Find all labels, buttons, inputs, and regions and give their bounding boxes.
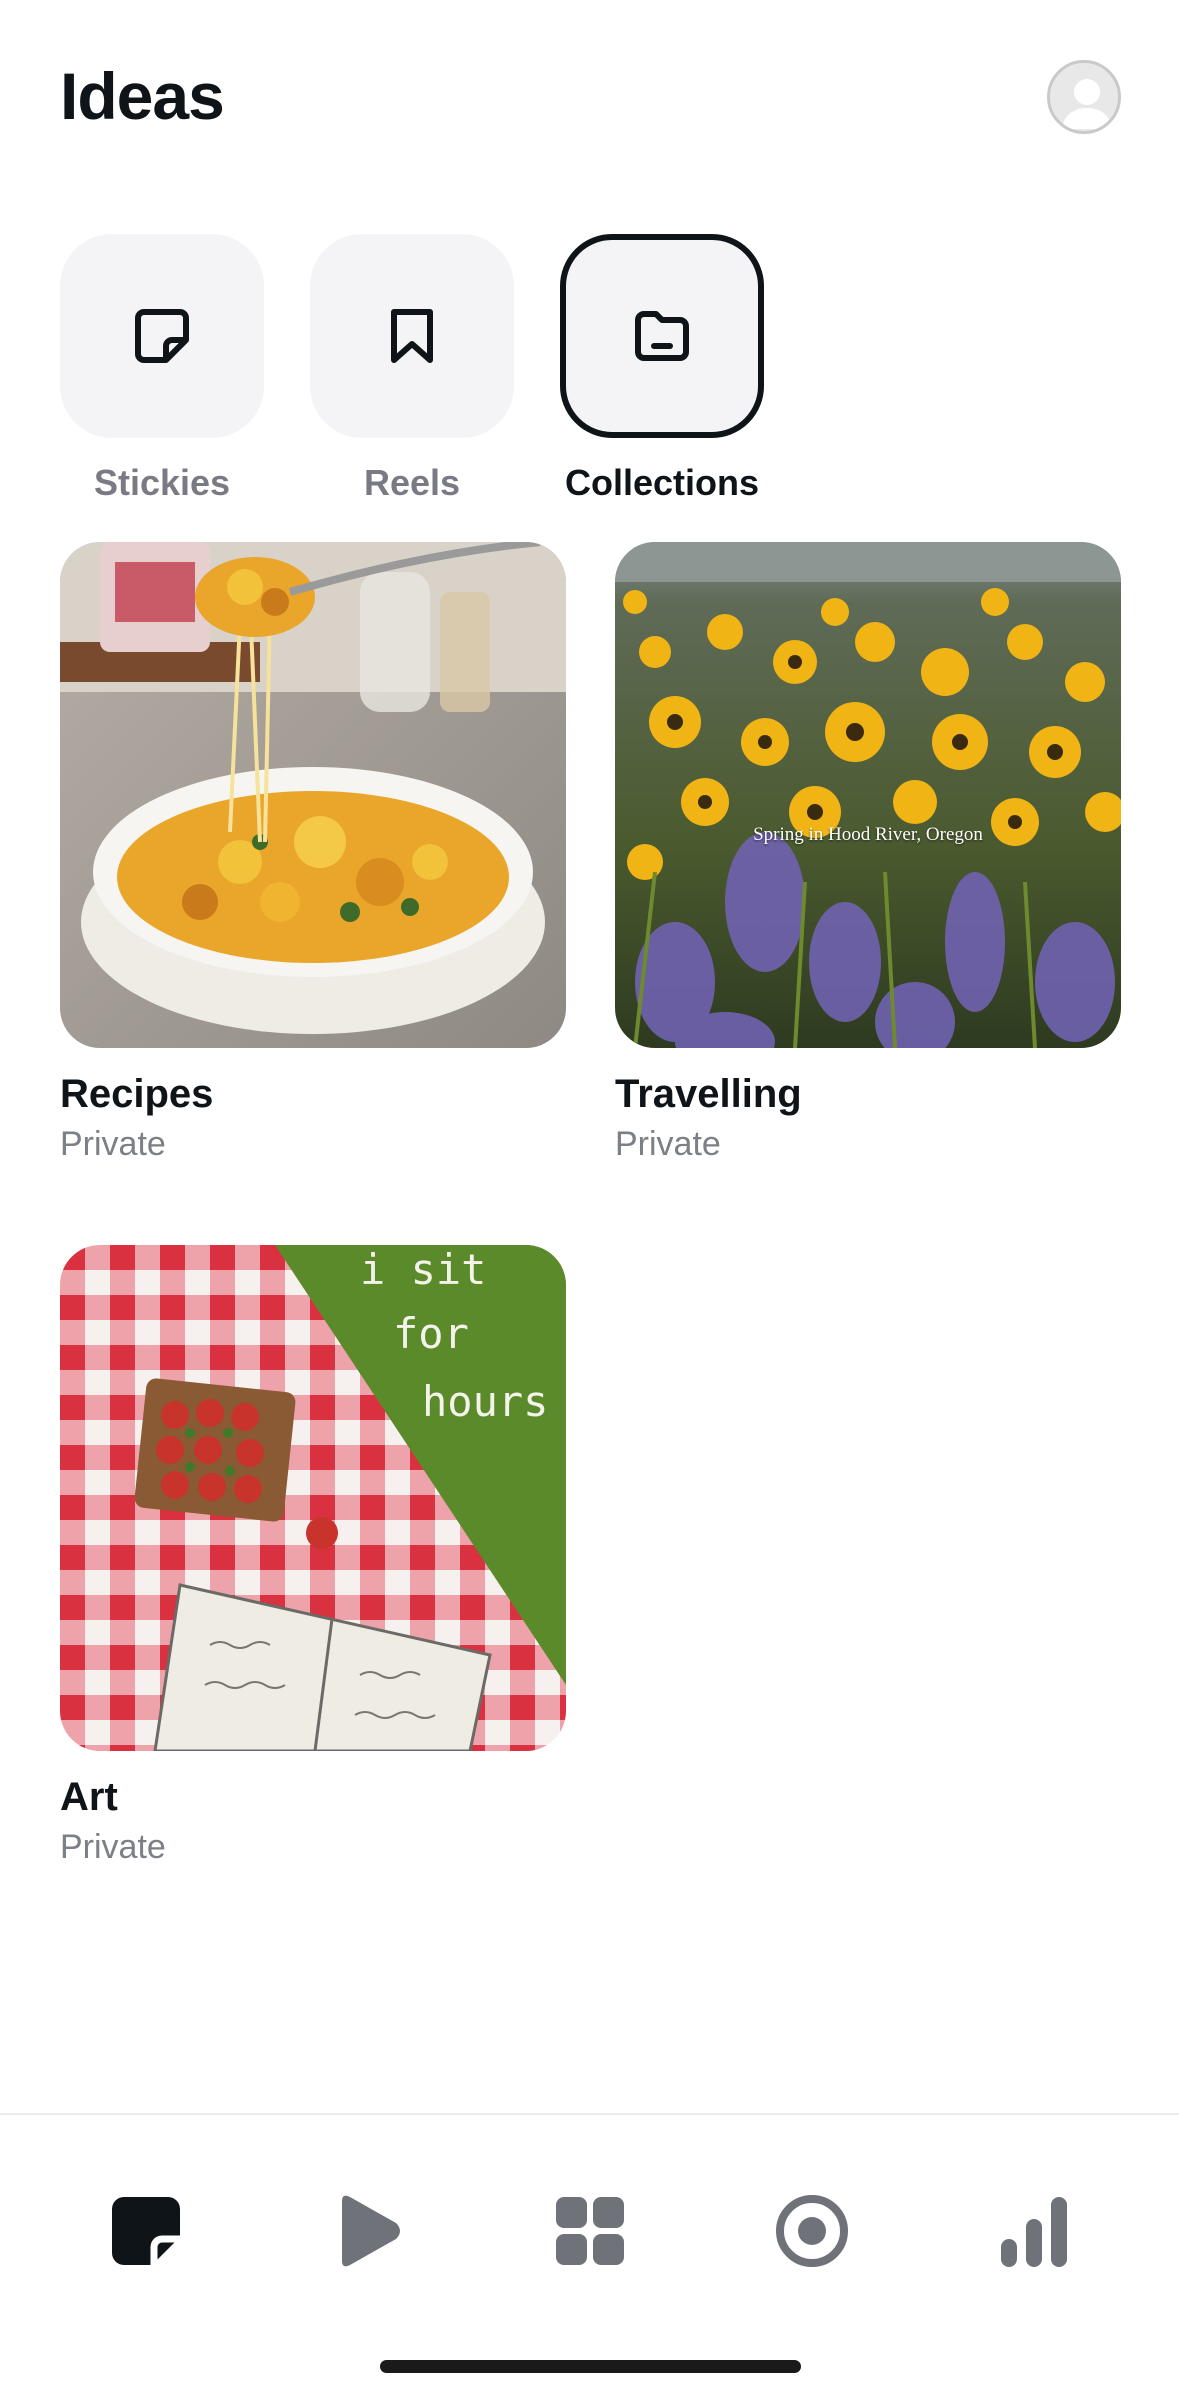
collection-privacy: Private: [615, 1125, 721, 1163]
tab-stickies[interactable]: Stickies: [60, 234, 264, 504]
travelling-image: [615, 542, 1121, 1048]
image-handwriting-line: i sit: [360, 1245, 487, 1294]
collection-name: Travelling: [615, 1072, 802, 1116]
ideas-tab-icon: [112, 2197, 180, 2265]
nav-stats[interactable]: [974, 2181, 1094, 2281]
ideas-screen: Ideas Stickies Reels Collections Recipes…: [0, 0, 1179, 2396]
bottom-tab-bar: [0, 2113, 1179, 2396]
tab-label: Stickies: [93, 462, 231, 503]
collection-name: Recipes: [60, 1072, 214, 1116]
nav-record[interactable]: [752, 2181, 872, 2281]
stickies-tile[interactable]: [60, 234, 264, 438]
recipes-thumbnail[interactable]: [60, 542, 566, 1048]
nav-grid[interactable]: [530, 2181, 650, 2281]
collection-name: Art: [60, 1775, 118, 1819]
recipes-image: [60, 542, 566, 1048]
collections-tile[interactable]: [560, 234, 764, 438]
tab-label: Reels: [363, 462, 461, 503]
record-icon: [776, 2195, 848, 2267]
image-handwriting-line: hours: [422, 1377, 549, 1426]
image-caption: Spring in Hood River, Oregon: [753, 824, 983, 845]
tab-label: Collections: [564, 462, 760, 503]
collection-privacy: Private: [60, 1125, 166, 1163]
nav-ideas[interactable]: [86, 2181, 206, 2281]
art-image: [60, 1245, 566, 1751]
reels-tile[interactable]: [310, 234, 514, 438]
nav-reels[interactable]: [308, 2181, 428, 2281]
art-thumbnail[interactable]: i sit for hours: [60, 1245, 566, 1751]
collection-privacy: Private: [60, 1828, 166, 1866]
collection-card-travelling[interactable]: Spring in Hood River, Oregon Travelling …: [615, 542, 1121, 1164]
page-title: Ideas: [60, 59, 225, 133]
home-indicator[interactable]: [380, 2360, 801, 2373]
grid-icon: [556, 2197, 624, 2265]
tab-collections[interactable]: Collections: [560, 234, 764, 504]
profile-avatar[interactable]: [1047, 60, 1121, 134]
tab-reels[interactable]: Reels: [310, 234, 514, 504]
bookmark-icon: [391, 309, 433, 363]
collection-card-recipes[interactable]: Recipes Private: [60, 542, 566, 1164]
folder-icon: [635, 311, 689, 361]
stats-icon: [1001, 2197, 1067, 2267]
travelling-thumbnail[interactable]: Spring in Hood River, Oregon: [615, 542, 1121, 1048]
play-icon: [342, 2195, 400, 2267]
image-handwriting-line: for: [393, 1309, 469, 1358]
collection-card-art[interactable]: i sit for hours Art Private: [60, 1245, 566, 1867]
person-icon: [1062, 79, 1112, 129]
sticky-note-icon: [135, 309, 189, 363]
